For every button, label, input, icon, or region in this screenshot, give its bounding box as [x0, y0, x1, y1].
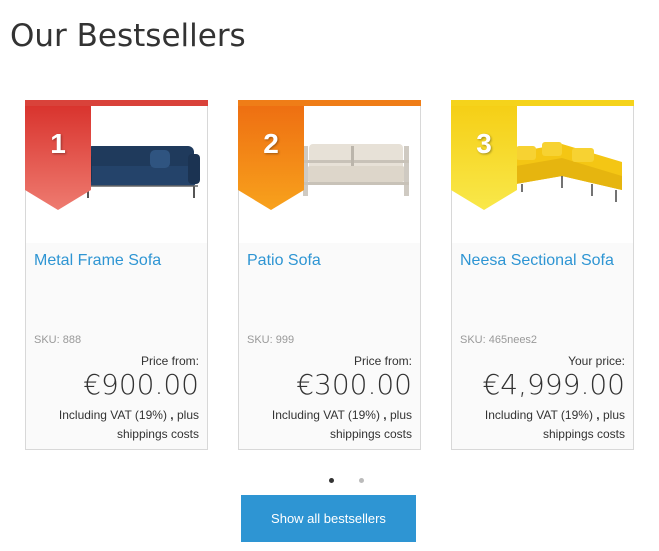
- rank-number: 1: [50, 128, 66, 159]
- yellow-sectional-sofa-image[interactable]: [512, 132, 630, 212]
- carousel-dot-2[interactable]: [359, 478, 364, 483]
- rank-number: 3: [476, 128, 492, 159]
- navy-sofa-image[interactable]: [76, 136, 206, 206]
- product-sku: SKU: 888: [34, 334, 82, 346]
- vat-text: Including VAT (19%): [58, 408, 167, 422]
- carousel-dot-1[interactable]: [329, 478, 334, 483]
- product-name-link[interactable]: Patio Sofa: [247, 252, 321, 270]
- product-sku: SKU: 465nees2: [460, 334, 538, 346]
- product-name-link[interactable]: Neesa Sectional Sofa: [460, 252, 614, 270]
- product-card[interactable]: 2 Patio Sofa SKU: 999 Price from: €300.0…: [238, 100, 421, 450]
- product-name-link[interactable]: Metal Frame Sofa: [34, 252, 161, 270]
- product-price: €900.00: [83, 368, 199, 401]
- vat-text: Including VAT (19%): [484, 408, 593, 422]
- rank-ribbon: 2: [238, 106, 304, 210]
- price-label: Your price:: [568, 354, 625, 368]
- vat-note: Including VAT (19%) , plus shippings cos…: [242, 406, 412, 444]
- product-price: €4,999.00: [482, 368, 625, 401]
- vat-text: Including VAT (19%): [271, 408, 380, 422]
- vat-separator: ,: [383, 408, 387, 422]
- product-card[interactable]: 3 Neesa Sectional Sofa SKU: 465nees2 You…: [451, 100, 634, 450]
- beige-patio-sofa-image[interactable]: [301, 138, 411, 208]
- product-price: €300.00: [296, 368, 412, 401]
- product-sku: SKU: 999: [247, 334, 295, 346]
- vat-separator: ,: [170, 408, 174, 422]
- vat-separator: ,: [596, 408, 600, 422]
- price-label: Price from:: [353, 354, 412, 368]
- vat-note: Including VAT (19%) , plus shippings cos…: [455, 406, 625, 444]
- carousel-pagination: [0, 476, 659, 486]
- vat-note: Including VAT (19%) , plus shippings cos…: [29, 406, 199, 444]
- product-card[interactable]: 1 Metal Frame Sofa SKU: 888 Price from: …: [25, 100, 208, 450]
- rank-number: 2: [263, 128, 279, 159]
- rank-ribbon: 3: [451, 106, 517, 210]
- rank-ribbon: 1: [25, 106, 91, 210]
- show-all-bestsellers-button[interactable]: Show all bestsellers: [241, 495, 416, 542]
- price-label: Price from:: [140, 354, 199, 368]
- page-title: Our Bestsellers: [10, 18, 246, 54]
